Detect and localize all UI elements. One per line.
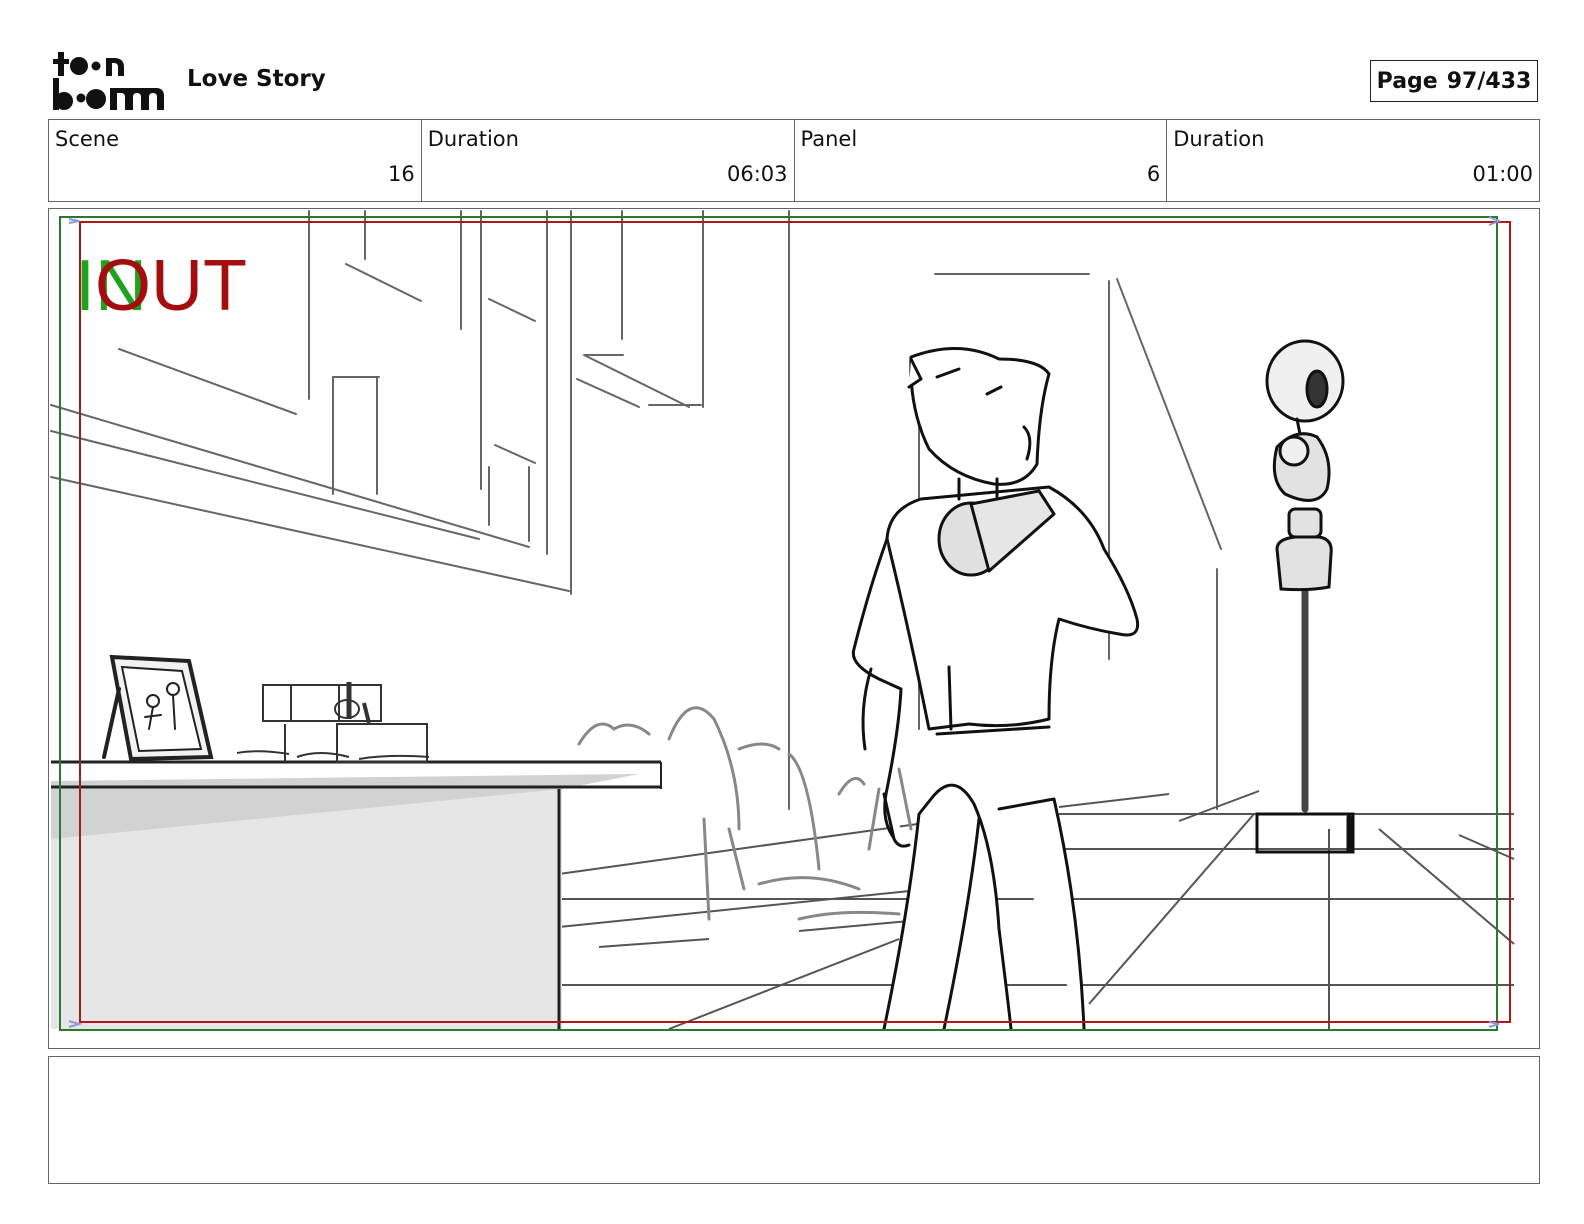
storyboard-panel: IN OUT	[48, 208, 1540, 1049]
out-marker: OUT	[95, 246, 247, 326]
desk-sketch	[51, 760, 662, 1029]
panel-duration-cell: Duration 01:00	[1167, 120, 1539, 201]
page-number: 97/433	[1446, 68, 1532, 94]
panel-sketch: IN OUT	[50, 210, 1515, 1031]
panel-info-table: Scene 16 Duration 06:03 Panel 6 Duration…	[48, 119, 1540, 202]
panel-duration-value: 01:00	[1472, 162, 1533, 186]
scene-value: 16	[388, 162, 415, 186]
panel-cell: Panel 6	[795, 120, 1168, 201]
page-indicator: Page 97/433	[1370, 60, 1538, 102]
robot-on-stand-sketch	[1255, 339, 1355, 854]
panel-notes-box[interactable]	[48, 1056, 1540, 1184]
scene-duration-value: 06:03	[726, 162, 788, 186]
panel-label: Panel	[800, 127, 858, 151]
scene-duration-cell: Duration 06:03	[422, 120, 795, 201]
toon-boom-logo	[53, 52, 164, 110]
project-title: Love Story	[187, 66, 326, 92]
photo-frame-sketch	[102, 654, 214, 762]
character-sketch	[851, 347, 1140, 1031]
panel-value: 6	[1146, 162, 1161, 186]
scene-duration-label: Duration	[427, 127, 519, 151]
desk-items-sketch	[236, 682, 430, 763]
scene-cell: Scene 16	[49, 120, 422, 201]
background-figures-sketch	[577, 706, 913, 921]
panel-duration-label: Duration	[1173, 127, 1265, 151]
scene-label: Scene	[55, 127, 120, 151]
page-label: Page	[1376, 68, 1438, 94]
